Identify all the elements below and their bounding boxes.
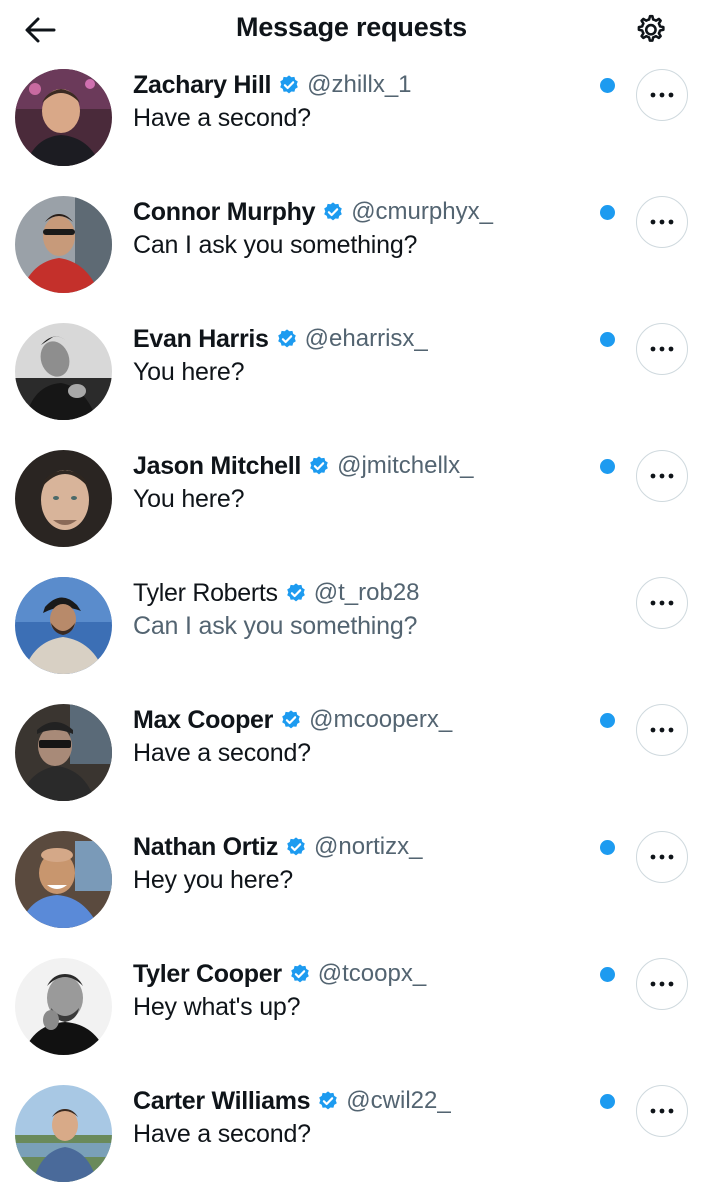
request-header: Max Cooper @mcooperx_	[133, 703, 452, 737]
sender-handle: @cmurphyx_	[351, 198, 493, 225]
more-horizontal-icon	[650, 346, 674, 352]
unread-dot	[600, 713, 615, 728]
gear-icon	[637, 14, 665, 42]
more-options-button[interactable]	[636, 323, 688, 375]
sender-handle: @jmitchellx_	[337, 452, 474, 479]
sender-name: Carter Williams	[133, 1086, 311, 1115]
avatar[interactable]	[15, 577, 112, 674]
request-row-nathan-ortiz[interactable]: Nathan Ortiz @nortizx_ Hey you here?	[0, 824, 703, 951]
more-options-button[interactable]	[636, 704, 688, 756]
more-options-button[interactable]	[636, 1085, 688, 1137]
more-options-button[interactable]	[636, 577, 688, 629]
unread-dot	[600, 840, 615, 855]
sender-handle: @mcooperx_	[309, 706, 453, 733]
message-preview: Hey what's up?	[133, 993, 301, 1021]
request-row-connor-murphy[interactable]: Connor Murphy @cmurphyx_ Can I ask you s…	[0, 189, 703, 316]
page-title: Message requests	[236, 12, 467, 42]
unread-dot	[600, 967, 615, 982]
message-preview: You here?	[133, 485, 245, 513]
more-options-button[interactable]	[636, 450, 688, 502]
sender-name: Jason Mitchell	[133, 451, 302, 480]
sender-handle: @eharrisx_	[304, 325, 428, 352]
message-preview: Can I ask you something?	[133, 231, 418, 259]
settings-button[interactable]	[630, 10, 670, 50]
sender-name: Nathan Ortiz	[133, 832, 279, 861]
sender-handle: @nortizx_	[314, 833, 423, 860]
more-horizontal-icon	[650, 981, 674, 987]
more-options-button[interactable]	[636, 196, 688, 248]
unread-dot	[600, 332, 615, 347]
verified-badge-icon	[278, 74, 300, 96]
more-horizontal-icon	[650, 727, 674, 733]
avatar[interactable]	[15, 831, 112, 928]
request-row-evan-harris[interactable]: Evan Harris @eharrisx_ You here?	[0, 316, 703, 443]
sender-handle: @t_rob28	[313, 579, 420, 606]
sender-handle: @zhillx_1	[307, 71, 412, 98]
unread-dot	[600, 459, 615, 474]
sender-name: Tyler Cooper	[133, 959, 282, 988]
unread-dot	[600, 1094, 615, 1109]
verified-badge-icon	[276, 328, 298, 350]
more-options-button[interactable]	[636, 958, 688, 1010]
more-horizontal-icon	[650, 600, 674, 606]
more-horizontal-icon	[650, 473, 674, 479]
message-preview: You here?	[133, 358, 245, 386]
verified-badge-icon	[280, 709, 302, 731]
message-preview: Have a second?	[133, 104, 311, 132]
avatar[interactable]	[15, 958, 112, 1055]
verified-badge-icon	[308, 455, 330, 477]
avatar[interactable]	[15, 704, 112, 801]
request-row-tyler-roberts[interactable]: Tyler Roberts @t_rob28 Can I ask you som…	[0, 570, 703, 697]
unread-dot	[600, 205, 615, 220]
message-preview: Hey you here?	[133, 866, 293, 894]
request-header: Jason Mitchell @jmitchellx_	[133, 449, 473, 483]
message-preview: Can I ask you something?	[133, 612, 418, 640]
request-header: Evan Harris @eharrisx_	[133, 322, 428, 356]
verified-badge-icon	[317, 1090, 339, 1112]
request-header: Connor Murphy @cmurphyx_	[133, 195, 493, 229]
message-preview: Have a second?	[133, 739, 311, 767]
more-horizontal-icon	[650, 1108, 674, 1114]
verified-badge-icon	[285, 582, 307, 604]
sender-name: Connor Murphy	[133, 197, 316, 226]
verified-badge-icon	[289, 963, 311, 985]
more-horizontal-icon	[650, 219, 674, 225]
more-horizontal-icon	[650, 92, 674, 98]
request-header: Nathan Ortiz @nortizx_	[133, 830, 422, 864]
more-horizontal-icon	[650, 854, 674, 860]
verified-badge-icon	[322, 201, 344, 223]
more-options-button[interactable]	[636, 831, 688, 883]
request-header: Zachary Hill @zhillx_1	[133, 68, 412, 102]
avatar[interactable]	[15, 1085, 112, 1182]
avatar[interactable]	[15, 323, 112, 420]
request-row-jason-mitchell[interactable]: Jason Mitchell @jmitchellx_ You here?	[0, 443, 703, 570]
sender-name: Tyler Roberts	[133, 578, 278, 607]
avatar[interactable]	[15, 196, 112, 293]
sender-name: Evan Harris	[133, 324, 269, 353]
more-options-button[interactable]	[636, 69, 688, 121]
sender-handle: @cwil22_	[346, 1087, 451, 1114]
request-row-tyler-cooper[interactable]: Tyler Cooper @tcoopx_ Hey what's up?	[0, 951, 703, 1078]
avatar[interactable]	[15, 69, 112, 166]
verified-badge-icon	[285, 836, 307, 858]
sender-name: Max Cooper	[133, 705, 274, 734]
request-header: Tyler Cooper @tcoopx_	[133, 957, 426, 991]
sender-name: Zachary Hill	[133, 70, 272, 99]
unread-dot	[600, 78, 615, 93]
request-header: Tyler Roberts @t_rob28	[133, 576, 420, 610]
request-header: Carter Williams @cwil22_	[133, 1084, 451, 1118]
request-row-zachary-hill[interactable]: Zachary Hill @zhillx_1 Have a second?	[0, 62, 703, 189]
request-row-carter-williams[interactable]: Carter Williams @cwil22_ Have a second?	[0, 1078, 703, 1200]
top-bar: Message requests	[0, 0, 703, 62]
request-row-max-cooper[interactable]: Max Cooper @mcooperx_ Have a second?	[0, 697, 703, 824]
message-preview: Have a second?	[133, 1120, 311, 1148]
avatar[interactable]	[15, 450, 112, 547]
sender-handle: @tcoopx_	[317, 960, 427, 987]
